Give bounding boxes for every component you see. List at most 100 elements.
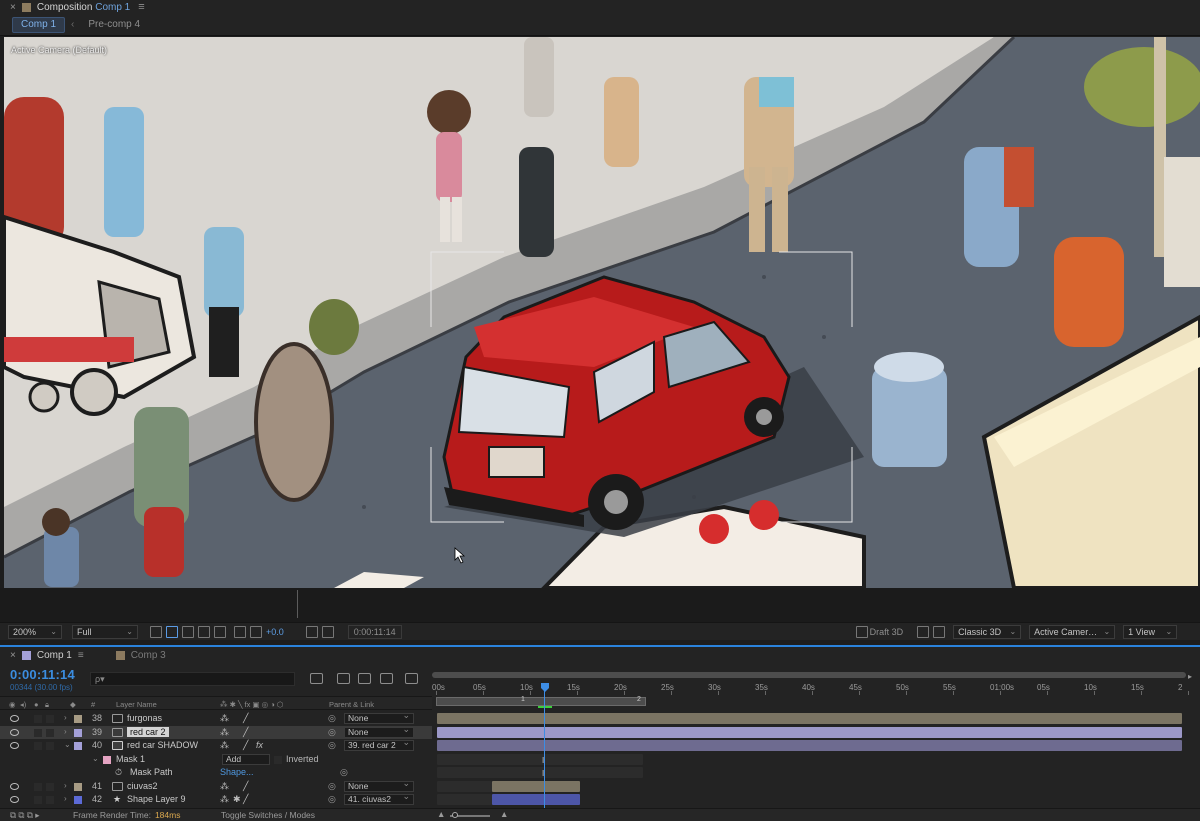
mask-row[interactable]: ⌄ Mask 1 Add Inverted	[0, 753, 432, 767]
parent-dropdown[interactable]: None	[344, 725, 414, 738]
twirl-icon[interactable]: ⌄	[64, 740, 71, 749]
panel-menu-icon[interactable]: ≡	[138, 1, 144, 13]
snapshot-camera-icon[interactable]	[305, 625, 318, 638]
mask-name[interactable]: Mask 1	[116, 754, 145, 764]
tab-pre-comp-4[interactable]: Pre-comp 4	[80, 17, 148, 33]
pick-whip-icon[interactable]: ◎	[328, 781, 336, 792]
toggle-switches-modes[interactable]: Toggle Switches / Modes	[221, 810, 315, 820]
composition-mini-flowchart-icon[interactable]	[310, 673, 323, 684]
layer-name[interactable]: red car SHADOW	[127, 740, 198, 750]
layer-bar-38[interactable]	[437, 713, 1182, 724]
solo-switch[interactable]	[34, 796, 42, 804]
collapse-switch-icon[interactable]: ⁂	[220, 781, 229, 792]
layer-row-42[interactable]: › 42 ★ Shape Layer 9 ⁂ ✱ ╱ ◎ 41. ciuvas2	[0, 792, 432, 807]
collapse-switch-icon[interactable]: ⁂	[220, 740, 229, 751]
parent-dropdown[interactable]: None	[344, 779, 414, 792]
label-color-swatch[interactable]	[74, 782, 82, 791]
parent-dropdown[interactable]: 39. red car 2	[344, 738, 414, 751]
parent-dropdown[interactable]: None	[344, 711, 414, 724]
collapse-switch-icon[interactable]: ⁂	[220, 713, 229, 724]
solo-column-icon[interactable]: ●	[34, 700, 39, 709]
twirl-icon[interactable]: ›	[64, 781, 67, 790]
eye-icon[interactable]	[9, 727, 19, 736]
layer-bar-42[interactable]	[492, 794, 580, 805]
tab-menu-icon[interactable]: ≡	[78, 650, 84, 661]
lock-switch[interactable]	[46, 796, 54, 804]
layer-row-40[interactable]: ⌄ 40 red car SHADOW ⁂ ╱ fx ◎ 39. red car…	[0, 738, 432, 753]
timeline-timecode[interactable]: 0:00:11:14	[10, 667, 90, 682]
transparency-grid-icon[interactable]	[166, 625, 178, 638]
label-color-swatch[interactable]	[74, 715, 82, 723]
lock-column-icon[interactable]: 🔒︎	[45, 700, 49, 710]
quality-switch-icon[interactable]: ╱	[243, 740, 248, 751]
exposure-reset-icon[interactable]	[250, 625, 262, 638]
layer-name-column[interactable]: Layer Name	[116, 700, 157, 709]
footer-toggle-icons[interactable]: ⧉ ⧉ ⧉ ▸	[10, 810, 40, 821]
draft-3d-toggle-icon[interactable]	[337, 673, 350, 684]
channel-icon[interactable]	[234, 625, 246, 638]
show-snapshot-icon[interactable]	[321, 625, 334, 638]
exposure-value[interactable]: +0.0	[266, 627, 284, 637]
extended-viewer-icon[interactable]	[917, 625, 930, 638]
eye-icon[interactable]	[9, 740, 19, 749]
twirl-icon[interactable]: ›	[64, 713, 67, 722]
inverted-checkbox[interactable]	[274, 755, 282, 764]
close-timeline-icon[interactable]: ×	[10, 650, 16, 661]
range-marker-1[interactable]: 1	[521, 696, 525, 703]
grid-guides-icon[interactable]	[214, 625, 226, 638]
frame-blending-icon[interactable]	[380, 673, 393, 684]
lock-switch[interactable]	[46, 782, 54, 791]
pick-whip-icon[interactable]: ◎	[328, 727, 336, 738]
range-marker-2[interactable]: 2	[637, 696, 641, 703]
audio-column-icon[interactable]: ◂)	[20, 700, 26, 709]
layer-bar-40[interactable]	[437, 740, 1182, 751]
zoom-out-icon[interactable]: ▲	[437, 809, 445, 819]
pick-whip-icon[interactable]: ◎	[328, 794, 336, 805]
mask-color-swatch[interactable]	[103, 755, 111, 764]
work-area-bar[interactable]	[432, 672, 1186, 678]
quality-switch-icon[interactable]: ╱	[243, 713, 248, 724]
mask-mode-dropdown[interactable]: Add	[222, 753, 270, 765]
draft-3d-label[interactable]: Draft 3D	[870, 627, 904, 637]
close-panel-icon[interactable]: ×	[10, 2, 16, 13]
layer-name[interactable]: ciuvas2	[127, 781, 158, 791]
collapse-switch-icon[interactable]: ⁂	[220, 727, 229, 738]
quality-switch-icon[interactable]: ╱	[243, 727, 248, 738]
renderer-dropdown[interactable]: Classic 3D ⌄	[953, 624, 1022, 639]
chevron-down-icon[interactable]: ⌄	[92, 754, 99, 763]
zoom-dropdown[interactable]: 200% ⌄	[8, 624, 62, 639]
quality-switch-icon[interactable]: ╱	[243, 781, 248, 792]
graph-editor-icon[interactable]	[405, 673, 418, 684]
zoom-end-icon[interactable]: ▸	[1188, 672, 1198, 682]
lock-switch[interactable]	[46, 742, 54, 750]
eye-icon[interactable]	[9, 781, 19, 790]
solo-switch[interactable]	[34, 742, 42, 750]
visibility-column-icon[interactable]: ◉	[9, 700, 16, 709]
shy-layers-icon[interactable]	[358, 673, 371, 684]
layer-bar-39[interactable]	[437, 726, 1182, 738]
quality-switch-icon[interactable]: ╱	[243, 794, 248, 805]
layer-bar-41[interactable]	[492, 780, 580, 792]
layer-name[interactable]: furgonas	[127, 713, 162, 723]
parent-dropdown[interactable]: 41. ciuvas2	[344, 792, 414, 805]
pick-whip-icon[interactable]: ◎	[340, 767, 348, 778]
pick-whip-icon[interactable]: ◎	[328, 713, 336, 724]
views-layout-dropdown[interactable]: 1 View ⌄	[1123, 624, 1178, 639]
timeline-tab-comp-1[interactable]: Comp 1 ≡	[21, 650, 110, 661]
layer-row-38[interactable]: › 38 furgonas ⁂ ╱ ◎ None	[0, 711, 432, 726]
eye-icon[interactable]	[9, 794, 19, 803]
twirl-icon[interactable]: ›	[64, 794, 67, 803]
view-dropdown[interactable]: Active Camer… ⌄	[1029, 624, 1116, 639]
layer-name[interactable]: Shape Layer 9	[127, 794, 186, 804]
timeline-zoom-handle[interactable]	[452, 812, 458, 818]
composition-viewer[interactable]: Active Camera (Default)	[4, 37, 1200, 588]
layer-row-41[interactable]: › 41 ciuvas2 ⁂ ╱ ◎ None	[0, 779, 432, 794]
viewer-timecode[interactable]: 0:00:11:14	[347, 624, 402, 639]
mask-visibility-icon[interactable]	[182, 625, 194, 638]
zoom-in-icon[interactable]: ▲	[500, 809, 508, 819]
layer-search-input[interactable]: ρ▾	[90, 672, 295, 686]
solo-switch[interactable]	[34, 715, 42, 723]
mask-path-value[interactable]: Shape...	[220, 767, 254, 777]
current-time-display[interactable]: 0:00:11:14 00344 (30.00 fps)	[10, 667, 90, 692]
continuous-raster-icon[interactable]: ✱	[233, 794, 241, 805]
